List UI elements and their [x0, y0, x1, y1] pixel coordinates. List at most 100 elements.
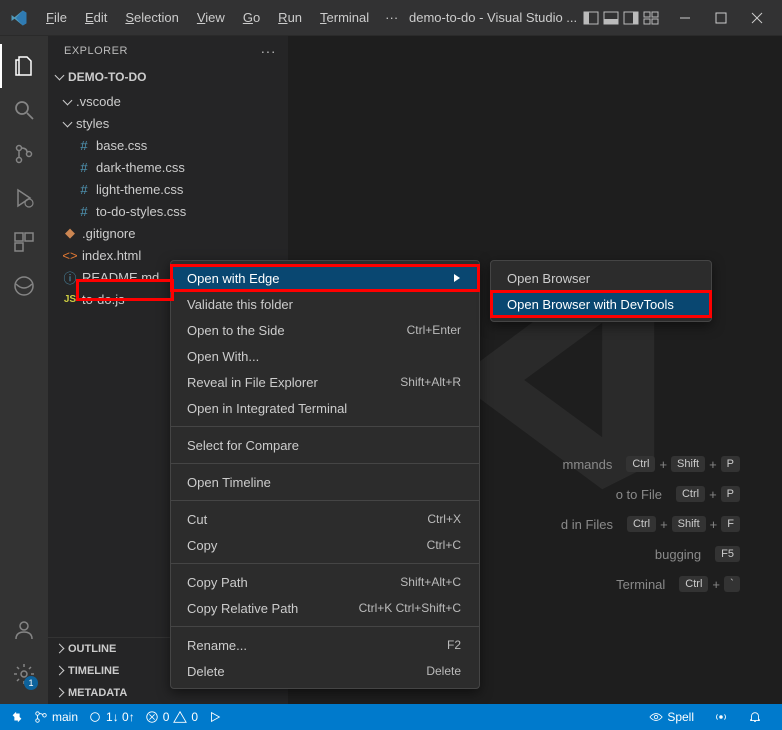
settings-badge: 1	[24, 676, 38, 690]
chevron-down-icon	[62, 94, 76, 109]
ctx-shortcut: Shift+Alt+C	[400, 575, 461, 589]
ctx-item-label: Cut	[187, 512, 207, 527]
vscode-logo-icon	[10, 9, 28, 27]
ctx-delete[interactable]: Delete Delete	[171, 658, 479, 684]
ctx-separator	[171, 626, 479, 627]
hint-label: Terminal	[616, 577, 665, 592]
ctx-copy[interactable]: Copy Ctrl+C	[171, 532, 479, 558]
explorer-more-icon[interactable]: ···	[261, 43, 277, 59]
folder-vscode[interactable]: .vscode	[48, 90, 288, 112]
ctx-shortcut: Ctrl+C	[427, 538, 461, 552]
ctx-select-for-compare[interactable]: Select for Compare	[171, 432, 479, 458]
layout-grid-icon[interactable]	[642, 9, 660, 27]
key: Ctrl	[679, 576, 708, 592]
context-menu: Open with Edge Validate this folder Open…	[170, 260, 480, 689]
submenu-open-browser-devtools[interactable]: Open Browser with DevTools	[491, 291, 711, 317]
ctx-open-with-edge[interactable]: Open with Edge	[171, 265, 479, 291]
panel-right-icon[interactable]	[622, 9, 640, 27]
ctx-rename[interactable]: Rename... F2	[171, 632, 479, 658]
activity-edge-tools[interactable]	[0, 264, 48, 308]
key: Shift	[671, 456, 705, 472]
html-file-icon: <>	[62, 248, 78, 263]
status-notifications[interactable]	[748, 710, 762, 724]
ctx-open-to-side[interactable]: Open to the Side Ctrl+Enter	[171, 317, 479, 343]
menu-terminal[interactable]: Terminal	[312, 6, 377, 29]
panel-left-icon[interactable]	[582, 9, 600, 27]
status-feedback[interactable]	[714, 710, 728, 724]
hint-row: bugging F5	[561, 546, 742, 562]
status-remote[interactable]	[10, 710, 24, 724]
file-todo-styles-css[interactable]: # to-do-styles.css	[48, 200, 288, 222]
activity-settings[interactable]: 1	[0, 652, 48, 696]
activity-run-debug[interactable]	[0, 176, 48, 220]
ctx-copy-path[interactable]: Copy Path Shift+Alt+C	[171, 569, 479, 595]
error-icon	[145, 710, 159, 724]
menu-go[interactable]: Go	[235, 6, 268, 29]
css-file-icon: #	[76, 160, 92, 175]
folder-label: .vscode	[76, 94, 121, 109]
ctx-open-timeline[interactable]: Open Timeline	[171, 469, 479, 495]
key: P	[721, 456, 740, 472]
ctx-cut[interactable]: Cut Ctrl+X	[171, 506, 479, 532]
status-bar: main 1↓ 0↑ 0 0 Spell	[0, 704, 782, 730]
panel-bottom-icon[interactable]	[602, 9, 620, 27]
ctx-separator	[171, 426, 479, 427]
menu-run[interactable]: Run	[270, 6, 310, 29]
ctx-open-with[interactable]: Open With...	[171, 343, 479, 369]
menu-file[interactable]: File	[38, 6, 75, 29]
ctx-item-label: Select for Compare	[187, 438, 299, 453]
file-label: to-do.js	[82, 292, 125, 307]
status-branch[interactable]: main	[34, 710, 78, 724]
remote-icon	[10, 710, 24, 724]
chevron-down-icon	[62, 116, 76, 131]
section-label: METADATA	[68, 687, 127, 699]
ctx-item-label: Open to the Side	[187, 323, 285, 338]
key: Shift	[672, 516, 706, 532]
status-sync-label: 1↓ 0↑	[106, 710, 135, 724]
status-sync[interactable]: 1↓ 0↑	[88, 710, 135, 724]
file-label: .gitignore	[82, 226, 135, 241]
hint-row: o to File Ctrl+ P	[561, 486, 742, 502]
section-root[interactable]: DEMO-TO-DO	[48, 66, 288, 88]
explorer-title: EXPLORER	[64, 45, 128, 57]
branch-icon	[34, 710, 48, 724]
activity-search[interactable]	[0, 88, 48, 132]
hint-row: mmands Ctrl+ Shift+ P	[561, 456, 742, 472]
menu-selection[interactable]: Selection	[117, 6, 186, 29]
ctx-validate-folder[interactable]: Validate this folder	[171, 291, 479, 317]
folder-styles[interactable]: styles	[48, 112, 288, 134]
file-dark-theme-css[interactable]: # dark-theme.css	[48, 156, 288, 178]
menu-edit[interactable]: Edit	[77, 6, 115, 29]
ctx-item-label: Rename...	[187, 638, 247, 653]
menu-view[interactable]: View	[189, 6, 233, 29]
activity-source-control[interactable]	[0, 132, 48, 176]
minimize-icon[interactable]	[676, 9, 694, 27]
activity-extensions[interactable]	[0, 220, 48, 264]
title-bar: File Edit Selection View Go Run Terminal…	[0, 0, 782, 36]
file-base-css[interactable]: # base.css	[48, 134, 288, 156]
eye-icon	[649, 710, 663, 724]
ctx-reveal-explorer[interactable]: Reveal in File Explorer Shift+Alt+R	[171, 369, 479, 395]
maximize-icon[interactable]	[712, 9, 730, 27]
file-label: to-do-styles.css	[96, 204, 186, 219]
file-label: base.css	[96, 138, 147, 153]
section-label: TIMELINE	[68, 665, 119, 677]
status-spell[interactable]: Spell	[649, 710, 694, 724]
menu-overflow[interactable]: ···	[379, 6, 404, 29]
ctx-shortcut: Delete	[426, 664, 461, 678]
close-icon[interactable]	[748, 9, 766, 27]
explorer-header: EXPLORER ···	[48, 36, 288, 66]
submenu-open-browser[interactable]: Open Browser	[491, 265, 711, 291]
ctx-item-label: Copy Path	[187, 575, 248, 590]
status-debug[interactable]	[208, 710, 222, 724]
git-file-icon: ◆	[62, 225, 78, 241]
status-problems[interactable]: 0 0	[145, 710, 198, 724]
activity-accounts[interactable]	[0, 608, 48, 652]
ctx-copy-relative-path[interactable]: Copy Relative Path Ctrl+K Ctrl+Shift+C	[171, 595, 479, 621]
activity-explorer[interactable]	[0, 44, 48, 88]
ctx-item-label: Open Browser	[507, 271, 590, 286]
file-gitignore[interactable]: ◆ .gitignore	[48, 222, 288, 244]
section-label: OUTLINE	[68, 643, 116, 655]
file-light-theme-css[interactable]: # light-theme.css	[48, 178, 288, 200]
ctx-open-integrated-terminal[interactable]: Open in Integrated Terminal	[171, 395, 479, 421]
